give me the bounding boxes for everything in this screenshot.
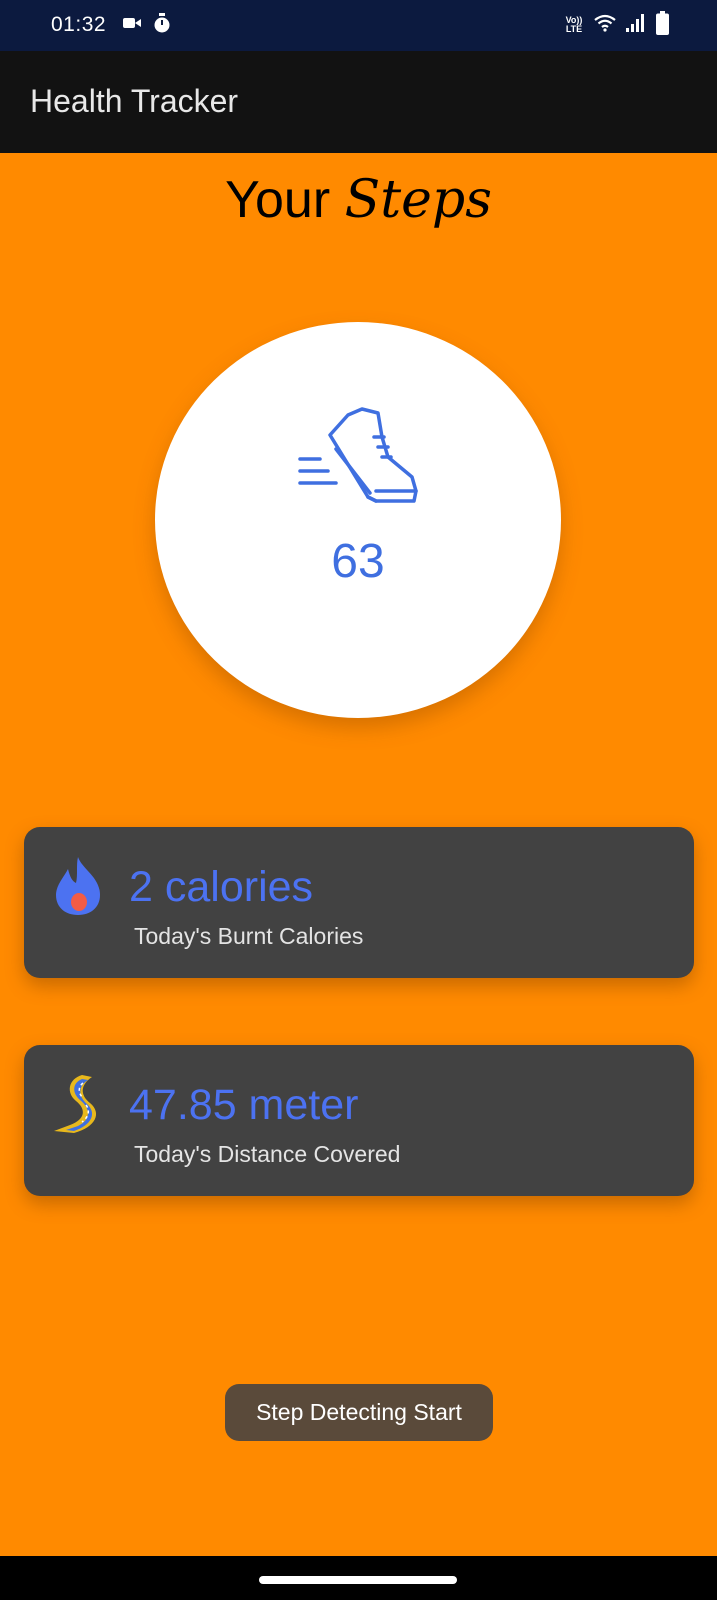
volte-bottom-label: LTE <box>565 24 583 34</box>
video-camera-icon <box>123 16 141 35</box>
navigation-bar <box>0 1556 717 1600</box>
heading-steps: Steps <box>344 170 492 230</box>
toast-message: Step Detecting Start <box>225 1384 493 1441</box>
walking-shoe-icon <box>298 407 420 512</box>
signal-icon <box>626 13 646 37</box>
volte-icon: Vo)) LTE <box>564 16 584 34</box>
status-bar: 01:32 Vo)) LTE <box>0 0 717 51</box>
app-title: Health Tracker <box>30 83 239 119</box>
wifi-icon <box>594 14 616 37</box>
distance-card: 47.85 meter Today's Distance Covered <box>24 1045 694 1196</box>
home-gesture-handle[interactable] <box>259 1576 457 1584</box>
steps-heading: Your Steps <box>0 170 717 230</box>
app-bar: Health Tracker <box>0 51 717 153</box>
status-right-icons: Vo)) LTE <box>564 10 669 40</box>
flame-icon <box>52 855 104 922</box>
heading-your: Your <box>225 171 331 229</box>
status-time: 01:32 <box>51 13 107 36</box>
winding-road-icon <box>52 1073 110 1140</box>
step-counter-circle: 63 <box>155 322 561 718</box>
battery-icon <box>656 10 669 40</box>
status-left-icons <box>123 12 171 38</box>
calories-value: 2 calories <box>129 863 314 911</box>
calories-card: 2 calories Today's Burnt Calories <box>24 827 694 978</box>
distance-value: 47.85 meter <box>129 1081 359 1129</box>
distance-label: Today's Distance Covered <box>134 1141 401 1167</box>
calories-label: Today's Burnt Calories <box>134 923 364 949</box>
step-count: 63 <box>331 535 385 588</box>
timer-icon <box>153 12 171 38</box>
